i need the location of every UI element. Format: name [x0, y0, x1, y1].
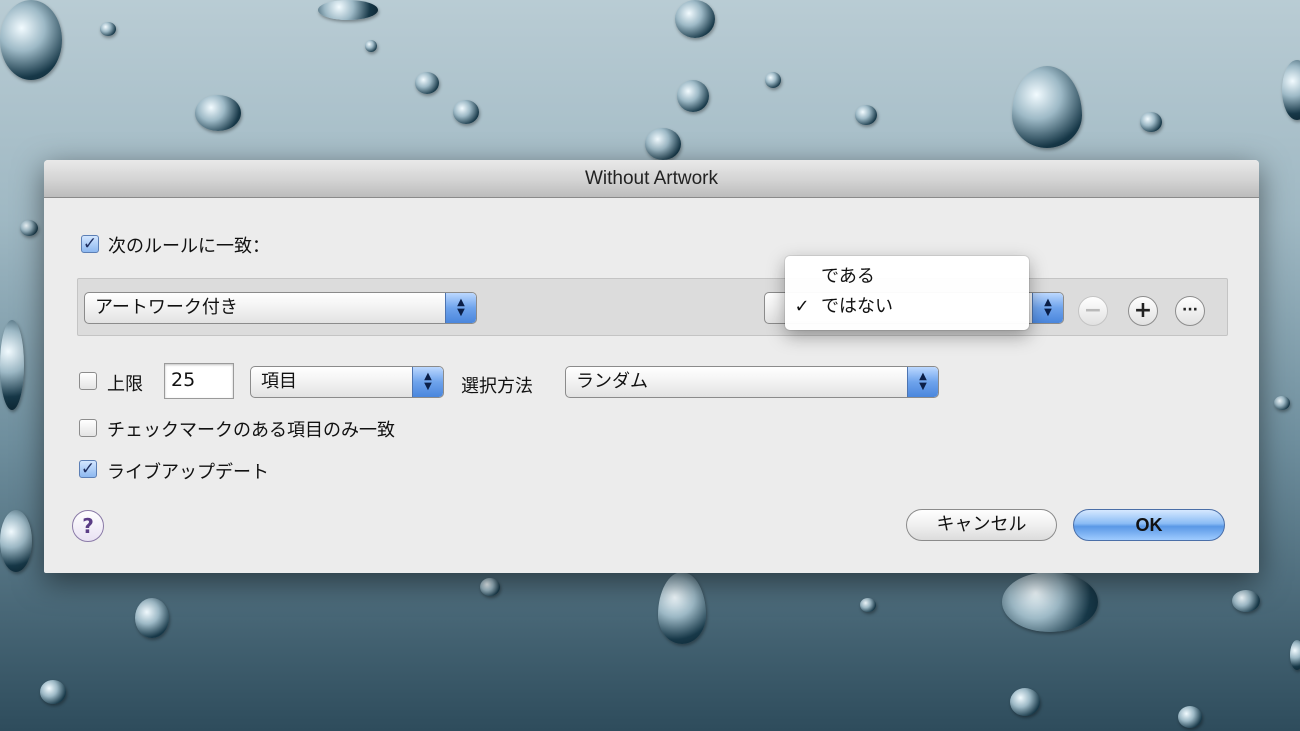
menu-item-label: である — [821, 266, 875, 287]
ok-button[interactable]: OK — [1073, 509, 1225, 541]
limit-label: 上限 — [107, 374, 143, 395]
selection-method-label: 選択方法 — [461, 376, 533, 397]
popup-arrows-icon: ▲ ▼ — [412, 367, 443, 397]
popup-arrows-icon: ▲ ▼ — [1032, 293, 1063, 323]
help-button[interactable]: ? — [72, 510, 104, 542]
add-rule-button[interactable]: + — [1128, 296, 1158, 326]
menu-item-is-not[interactable]: ✓ ではない — [785, 292, 1029, 322]
checked-only-checkbox[interactable] — [79, 419, 97, 437]
popup-arrows-icon: ▲ ▼ — [907, 367, 938, 397]
rule-field-popup[interactable]: アートワーク付き ▲ ▼ — [84, 292, 477, 324]
remove-rule-button[interactable]: − — [1078, 296, 1108, 326]
menu-item-label: ではない — [821, 296, 893, 317]
live-update-checkbox[interactable]: ✓ — [79, 460, 97, 478]
limit-unit-popup[interactable]: 項目 ▲ ▼ — [250, 366, 444, 398]
match-rules-label: 次のルールに一致： — [108, 236, 270, 257]
match-rules-checkbox[interactable]: ✓ — [81, 235, 99, 253]
window-title: Without Artwork — [44, 160, 1259, 198]
rule-field-value: アートワーク付き — [95, 297, 238, 318]
checked-only-label: チェックマークのある項目のみ一致 — [107, 420, 395, 441]
selection-method-popup[interactable]: ランダム ▲ ▼ — [565, 366, 939, 398]
cancel-button[interactable]: キャンセル — [906, 509, 1057, 541]
menu-item-is[interactable]: である — [785, 262, 1029, 292]
limit-value-field[interactable]: 25 — [164, 363, 234, 399]
popup-arrows-icon: ▲ ▼ — [445, 293, 476, 323]
selection-method-value: ランダム — [576, 371, 648, 392]
limit-checkbox[interactable] — [79, 372, 97, 390]
live-update-label: ライブアップデート — [107, 462, 269, 483]
operator-dropdown-menu: である ✓ ではない — [785, 256, 1029, 330]
checkmark-icon: ✓ — [794, 296, 810, 317]
smart-playlist-dialog: Without Artwork ✓ 次のルールに一致： アートワーク付き ▲ ▼ … — [44, 160, 1259, 573]
nested-rule-button[interactable]: ··· — [1175, 296, 1205, 326]
limit-unit-value: 項目 — [261, 371, 297, 392]
